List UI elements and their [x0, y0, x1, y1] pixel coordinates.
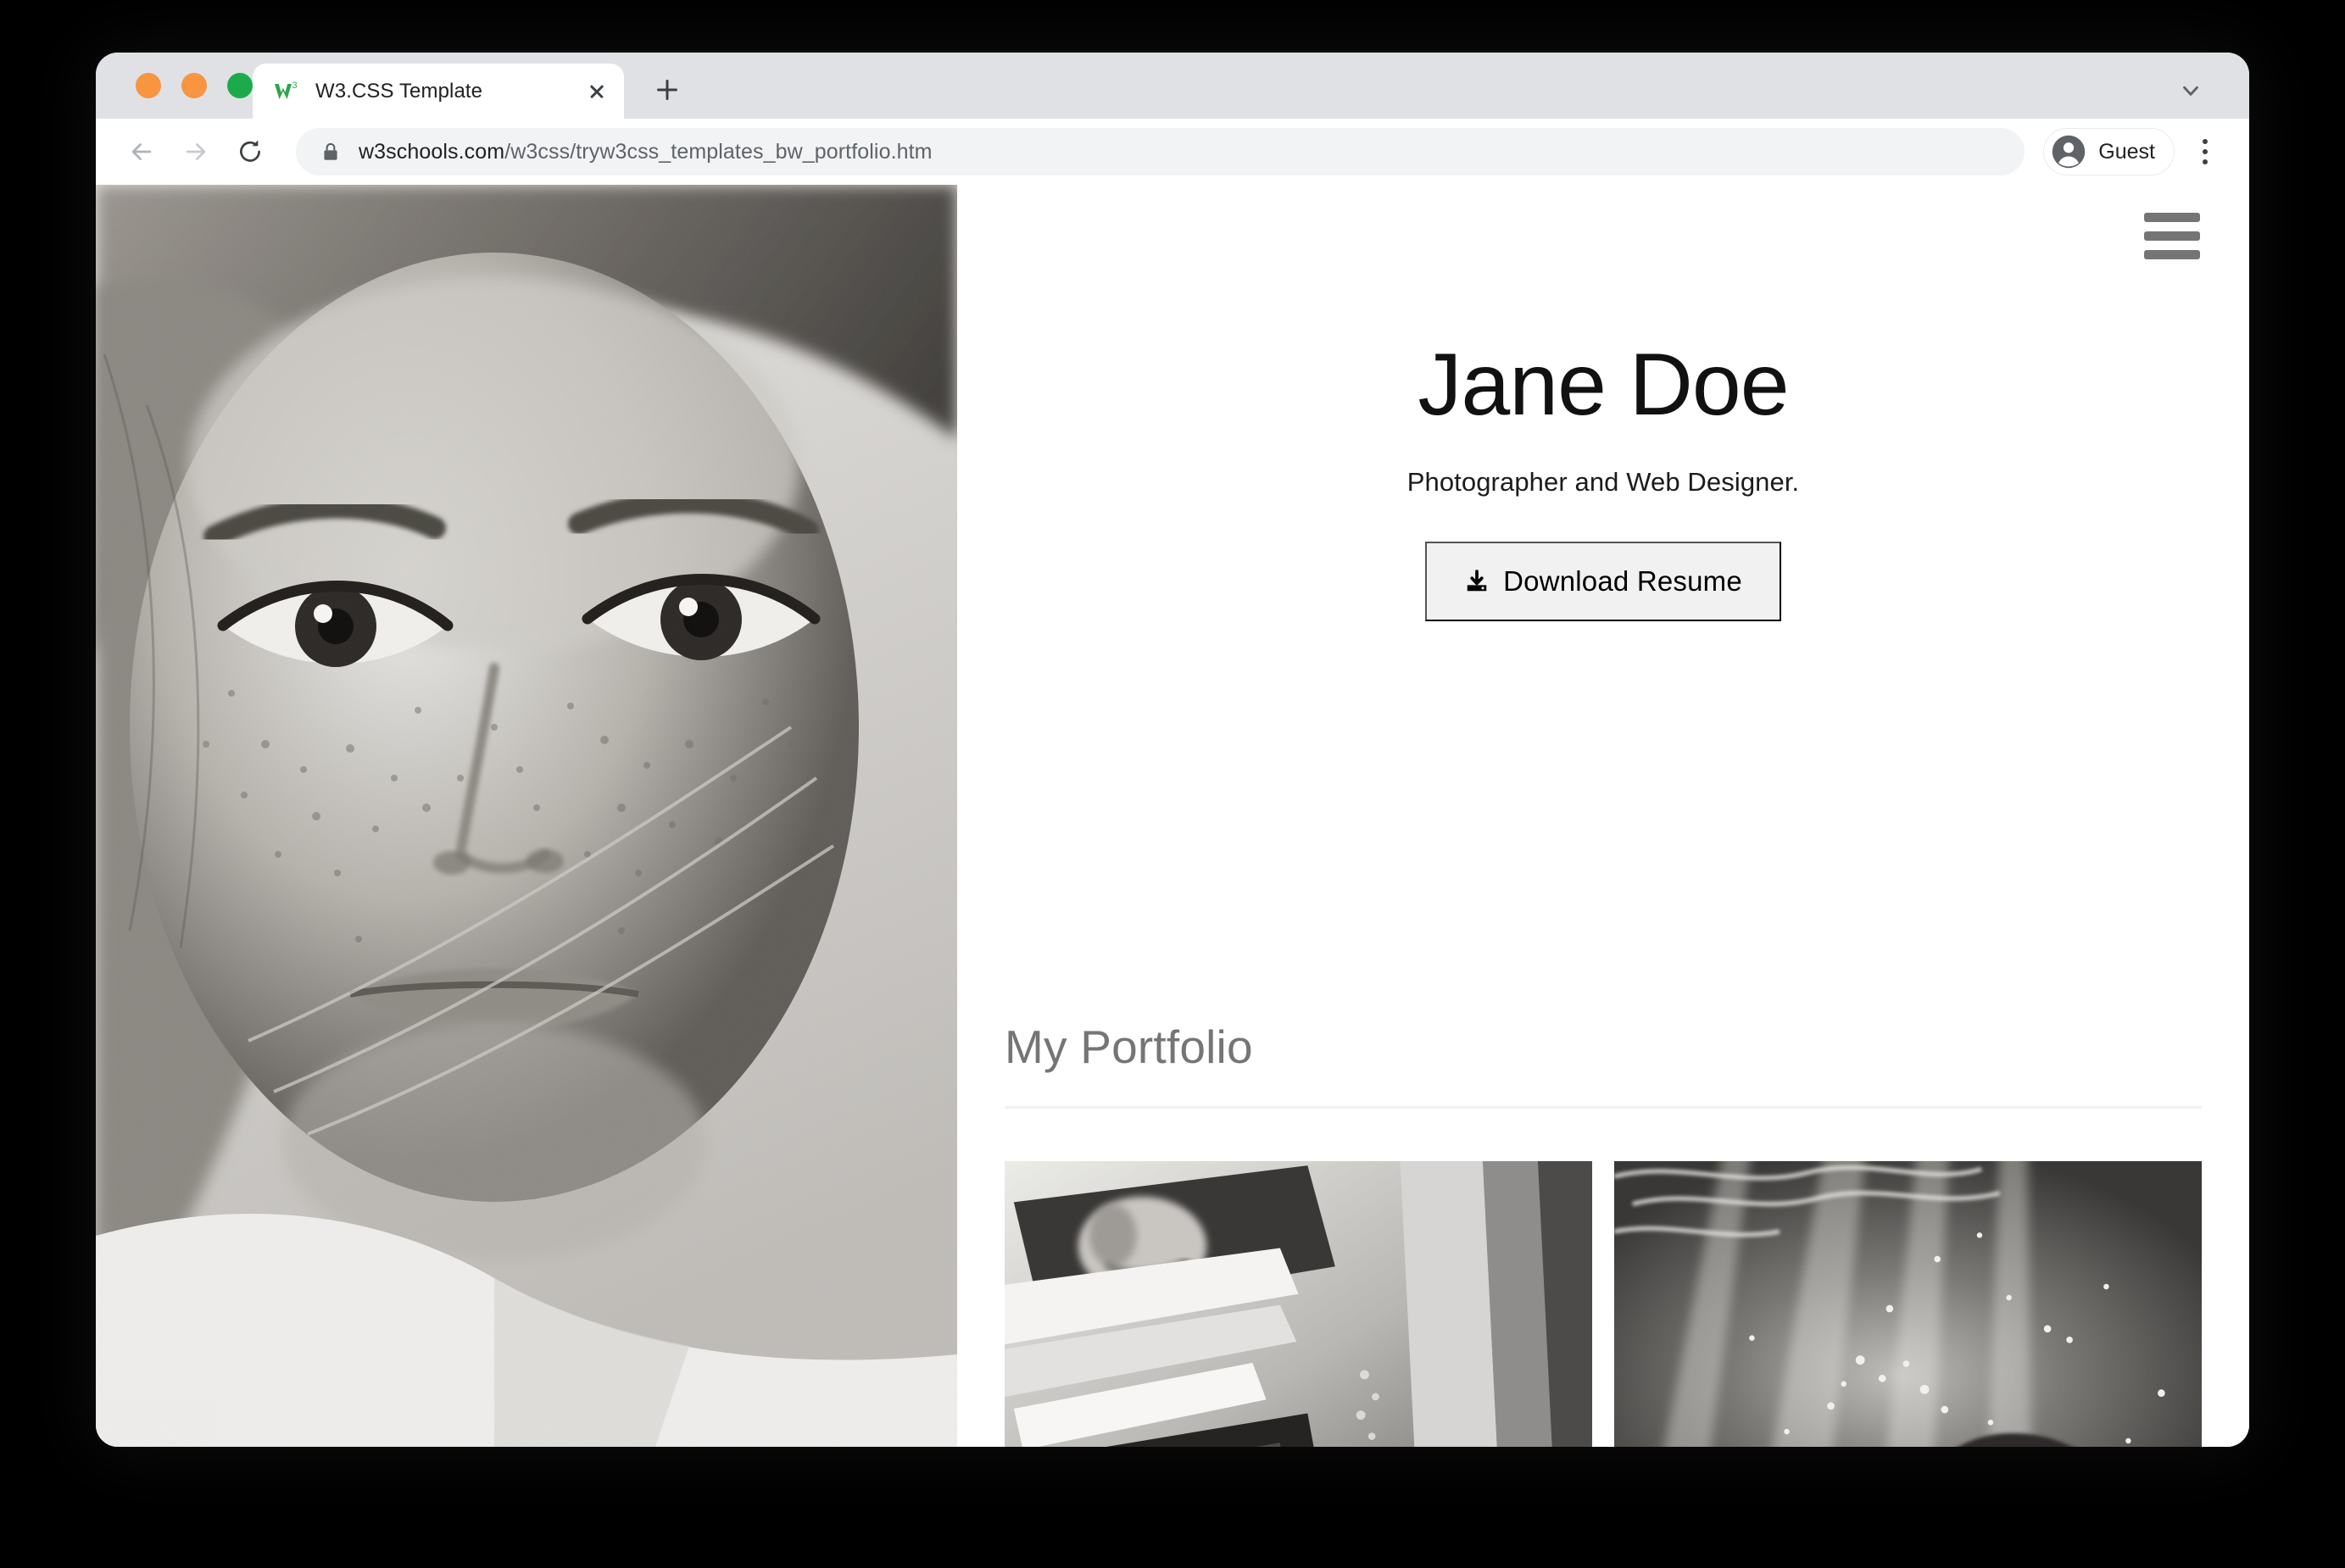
svg-text:3: 3	[292, 81, 298, 91]
browser-window: 3 W3.CSS Template w3schools.com/w3css/tr…	[96, 53, 2249, 1447]
hamburger-menu-icon[interactable]	[2142, 209, 2203, 263]
address-bar[interactable]: w3schools.com/w3css/tryw3css_templates_b…	[296, 128, 2025, 175]
chevron-down-icon[interactable]	[2170, 70, 2212, 112]
address-bar-url: w3schools.com/w3css/tryw3css_templates_b…	[359, 140, 933, 164]
browser-tab[interactable]: 3 W3.CSS Template	[253, 64, 624, 119]
three-dot-menu-icon[interactable]	[2183, 130, 2227, 174]
browser-tab-strip: 3 W3.CSS Template	[96, 53, 2249, 119]
back-arrow-icon[interactable]	[118, 128, 165, 175]
window-maximize-button[interactable]	[227, 73, 253, 98]
portfolio-grid	[1005, 1161, 2202, 1447]
browser-tab-title: W3.CSS Template	[315, 79, 483, 103]
profile-button[interactable]: Guest	[2043, 128, 2175, 175]
page-title: Jane Doe	[1418, 336, 1789, 434]
page-content-column: Jane Doe Photographer and Web Designer. …	[957, 185, 2249, 1447]
lock-icon	[320, 141, 342, 163]
url-path: /w3css/tryw3css_templates_bw_portfolio.h…	[504, 139, 933, 164]
window-minimize-button[interactable]	[181, 73, 207, 98]
section-divider	[1005, 1106, 2202, 1109]
w3schools-favicon: 3	[273, 77, 302, 106]
download-resume-label: Download Resume	[1503, 565, 1742, 598]
hero-portrait-photo	[96, 185, 957, 1447]
portfolio-image-underwater[interactable]	[1614, 1161, 2202, 1447]
window-close-button[interactable]	[136, 73, 161, 98]
tab-close-icon[interactable]	[578, 73, 615, 110]
new-tab-button[interactable]	[647, 70, 688, 110]
portfolio-heading: My Portfolio	[1005, 1020, 1253, 1073]
window-traffic-lights	[136, 53, 253, 119]
forward-arrow-icon[interactable]	[172, 128, 220, 175]
download-icon	[1464, 569, 1490, 594]
portfolio-image-car-window[interactable]	[1005, 1161, 1592, 1447]
download-resume-button[interactable]: Download Resume	[1425, 542, 1781, 622]
reload-icon[interactable]	[226, 128, 274, 175]
profile-label: Guest	[2098, 139, 2155, 164]
hero-block: Jane Doe Photographer and Web Designer. …	[957, 336, 2249, 622]
portfolio-section: My Portfolio	[1005, 1020, 2202, 1447]
page-viewport: Jane Doe Photographer and Web Designer. …	[96, 185, 2249, 1447]
account-circle-icon	[2051, 134, 2086, 170]
url-host: w3schools.com	[359, 139, 505, 164]
page-subtitle: Photographer and Web Designer.	[1406, 467, 1800, 498]
browser-toolbar: w3schools.com/w3css/tryw3css_templates_b…	[96, 119, 2249, 185]
desktop-backdrop: 3 W3.CSS Template w3schools.com/w3css/tr…	[0, 0, 2345, 1568]
